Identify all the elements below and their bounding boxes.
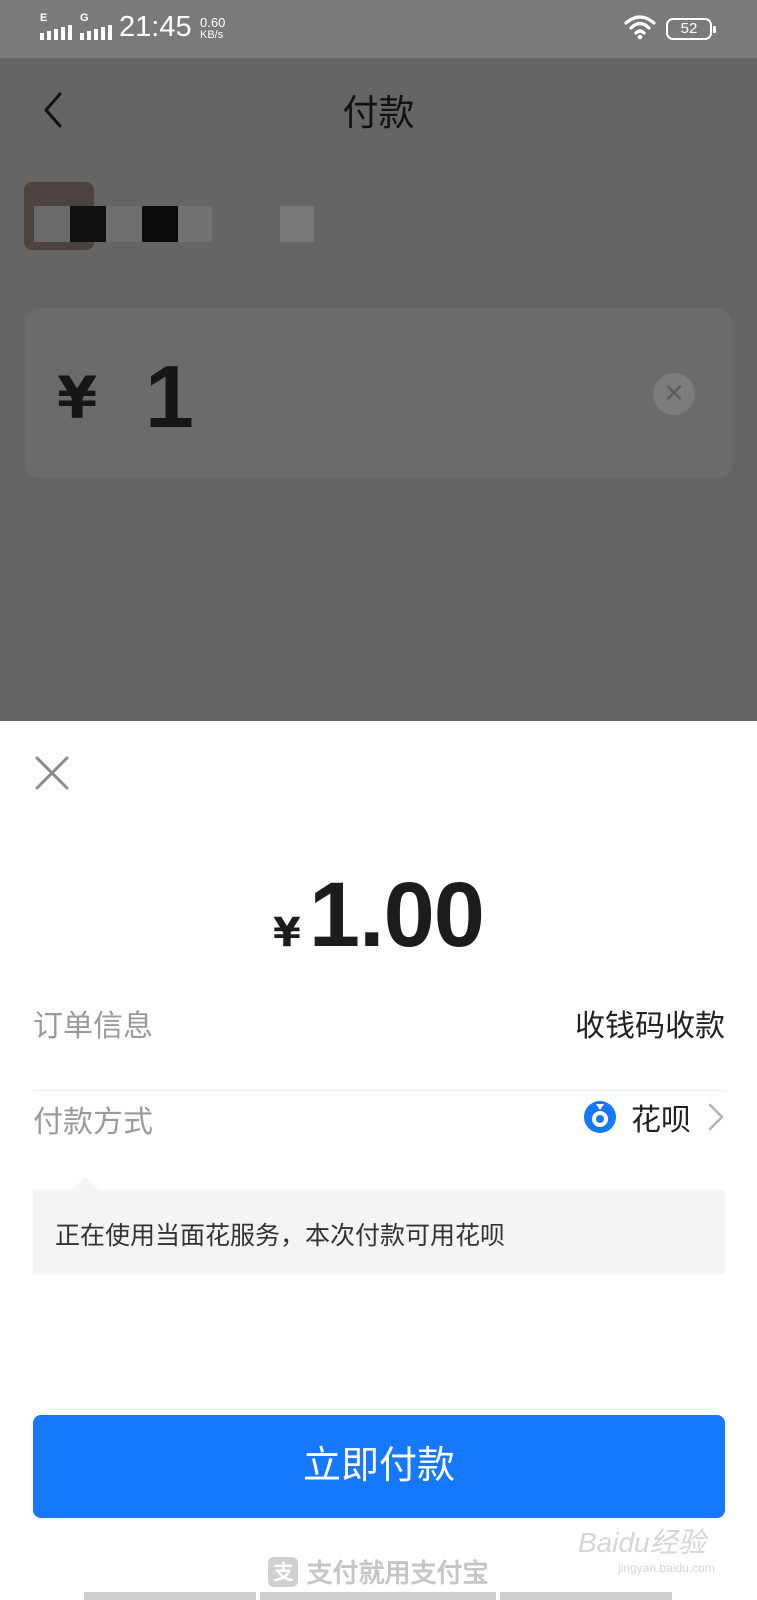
status-bar: E G 21:45 0.60 KB/s 52	[0, 0, 757, 58]
wifi-icon	[624, 15, 656, 40]
payment-amount: ¥1.00	[0, 863, 757, 968]
battery-level: 52	[680, 20, 698, 37]
close-icon[interactable]	[34, 755, 70, 791]
chevron-right-icon	[708, 1103, 724, 1131]
signal-strength-icon: G	[80, 12, 112, 40]
payment-method-selector[interactable]: 花呗	[583, 1093, 725, 1141]
watermark-text: Baidu经验	[578, 1527, 706, 1558]
payment-amount-value: 1.00	[308, 864, 485, 966]
status-time: 21:45	[119, 11, 192, 43]
network-speed-unit: KB/s	[200, 29, 224, 41]
nav-bar-indicator	[0, 1592, 757, 1600]
huabei-icon	[584, 1101, 616, 1133]
order-info-row: 订单信息 收钱码收款	[33, 987, 725, 1055]
network-speed: 0.60 KB/s	[200, 16, 225, 42]
payee-avatar-pixelated	[24, 182, 324, 252]
baidu-watermark: Baidu经验 jingyan.baidu.com	[578, 1521, 715, 1575]
payment-method-label: 付款方式	[33, 1105, 153, 1140]
amount-input-card[interactable]: ¥ 1 ✕	[25, 308, 732, 478]
notice-pointer	[71, 1177, 99, 1190]
order-info-value: 收钱码收款	[575, 1009, 725, 1044]
pay-now-button[interactable]: 立即付款	[33, 1415, 725, 1518]
payment-method-value: 花呗	[631, 1103, 691, 1138]
alipay-logo-icon: 支	[268, 1556, 299, 1587]
amount-currency-symbol: ¥	[57, 364, 98, 432]
huabei-notice-text: 正在使用当面花服务，本次付款可用花呗	[55, 1221, 506, 1250]
page-title: 付款	[342, 93, 415, 134]
amount-input-value[interactable]: 1	[145, 346, 194, 448]
order-info-label: 订单信息	[33, 1009, 153, 1044]
network-type-label: G	[80, 12, 89, 24]
network-speed-value: 0.60	[200, 15, 226, 30]
network-type-label: E	[40, 12, 48, 24]
battery-icon: 52	[666, 18, 716, 40]
clear-icon[interactable]: ✕	[653, 373, 695, 415]
watermark-subtext: jingyan.baidu.com	[618, 1561, 715, 1575]
payment-method-row[interactable]: 付款方式 花呗	[33, 1083, 725, 1151]
footer-slogan-text: 支付就用支付宝	[306, 1559, 489, 1589]
payment-sheet: ¥1.00 订单信息 收钱码收款 付款方式 花呗 正在使用当面花服务，本次付款可…	[0, 721, 757, 1600]
payment-currency-symbol: ¥	[273, 910, 301, 956]
huabei-notice: 正在使用当面花服务，本次付款可用花呗	[33, 1177, 725, 1274]
signal-strength-icon: E	[40, 12, 72, 40]
